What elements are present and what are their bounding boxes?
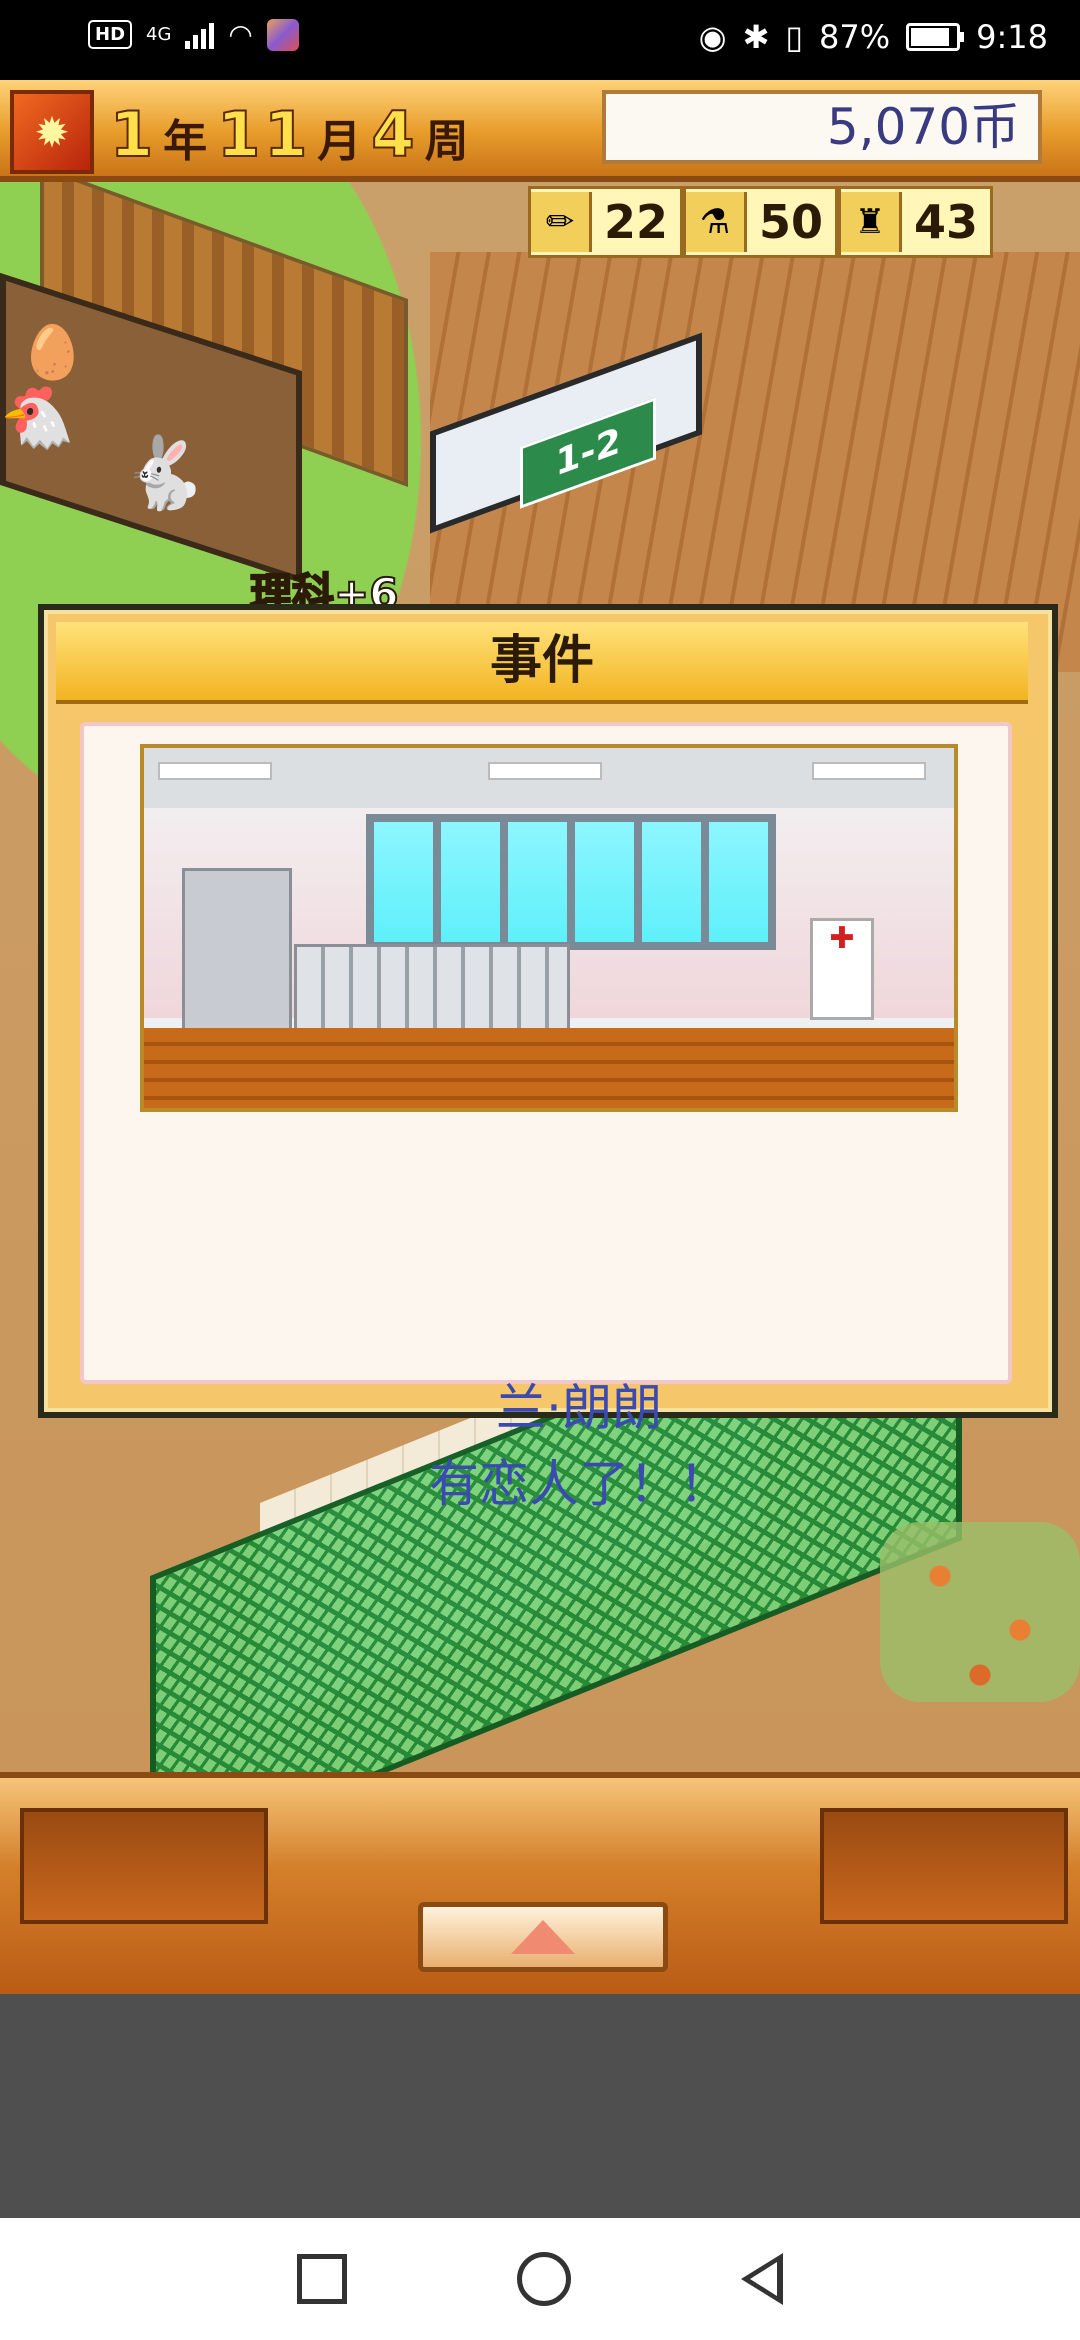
- stat-research: ⚗ 50: [683, 186, 839, 258]
- maple-leaf-icon: ✹: [10, 90, 94, 174]
- month-unit: 月: [317, 116, 366, 167]
- event-message-line2: 有恋人了！！: [429, 1455, 729, 1513]
- vibrate-icon: ▯: [785, 18, 804, 56]
- home-icon[interactable]: [517, 2252, 571, 2306]
- flask-icon: ⚗: [686, 192, 748, 252]
- stats-bar: ✏ 22 ⚗ 50 ♜ 43: [528, 186, 994, 258]
- battery-percent: 87%: [819, 18, 891, 56]
- first-aid-icon: ✚: [810, 918, 874, 1020]
- arrow-up-icon: [511, 1920, 575, 1954]
- signal-icon: [185, 21, 215, 49]
- scene-floor: [144, 1028, 954, 1108]
- ceiling-light: [812, 762, 926, 780]
- stat-fame: ♜ 43: [838, 186, 994, 258]
- clock: 9:18: [976, 18, 1048, 56]
- stat-fame-value: 43: [914, 195, 979, 249]
- menu-expand-button[interactable]: [418, 1902, 668, 1972]
- status-right: ◉ ✱ ▯ 87% 9:18: [699, 18, 1048, 56]
- event-message-line1: 兰·朗朗: [496, 1379, 662, 1437]
- recents-icon[interactable]: [297, 2254, 347, 2304]
- month-number: 11: [216, 97, 312, 172]
- status-bar: HD 4G ◠ ◉ ✱ ▯ 87% 9:18: [0, 0, 1080, 80]
- dialog-title: 事件: [56, 622, 1028, 704]
- network-type: 4G: [146, 24, 172, 45]
- ceiling-light: [488, 762, 602, 780]
- pencil-icon: ✏: [531, 192, 592, 252]
- scene-locker: [182, 868, 292, 1034]
- empty-area: [0, 1994, 1080, 2218]
- event-scene-image: ✚: [140, 744, 958, 1112]
- week-unit: 周: [424, 116, 473, 167]
- left-panel-button[interactable]: [20, 1808, 268, 1924]
- back-icon[interactable]: [741, 2253, 783, 2305]
- egg-icon: 🥚: [20, 323, 85, 383]
- status-left: HD 4G ◠: [88, 18, 299, 51]
- stat-research-value: 50: [759, 195, 824, 249]
- event-dialog[interactable]: 事件 ✚ 兰·朗朗 有恋人了！！: [38, 604, 1058, 1513]
- wifi-icon: ◠: [228, 18, 253, 51]
- stat-study-value: 22: [604, 195, 669, 249]
- money-display: 5,070币: [602, 90, 1042, 164]
- navigation-bar: [0, 2218, 1080, 2340]
- week-number: 4: [370, 97, 419, 172]
- flower-bed: [880, 1522, 1080, 1702]
- eye-comfort-icon: ◉: [698, 18, 727, 56]
- year-unit: 年: [163, 116, 212, 167]
- year-number: 1: [109, 97, 158, 172]
- scene-shoe-cubbies: [294, 944, 570, 1034]
- ceiling-light: [158, 762, 272, 780]
- game-date: 1 年 11 月 4 周: [109, 97, 473, 172]
- battery-icon: [906, 23, 965, 51]
- bluetooth-icon: ✱: [742, 18, 770, 56]
- hd-badge: HD: [88, 20, 133, 49]
- stat-study: ✏ 22: [528, 186, 684, 258]
- scene-window: [366, 814, 776, 950]
- chicken-sprite: 🐔: [0, 383, 75, 453]
- right-panel-button[interactable]: [820, 1808, 1068, 1924]
- app-notification-icon: [266, 18, 299, 51]
- trophy-icon: ♜: [841, 192, 903, 252]
- event-message: 兰·朗朗 有恋人了！！: [144, 1370, 1014, 1522]
- bunny-sprite: 🐇: [120, 432, 208, 514]
